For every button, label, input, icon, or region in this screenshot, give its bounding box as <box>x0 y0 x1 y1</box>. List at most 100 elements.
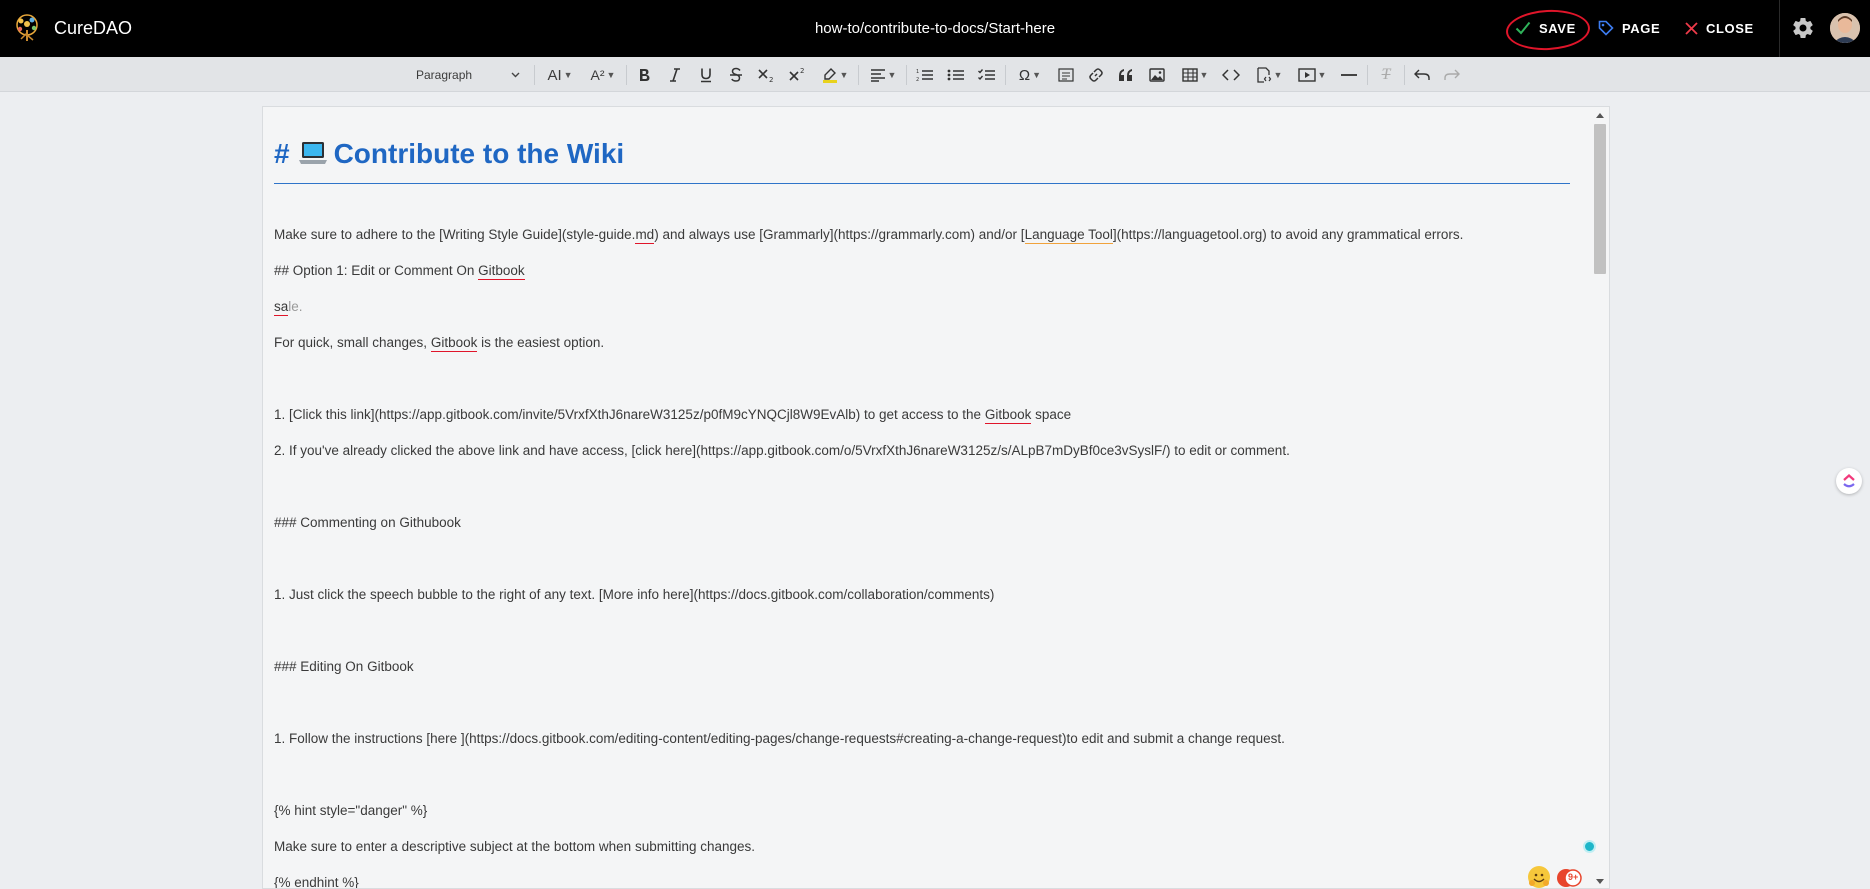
page-path: how-to/contribute-to-docs/Start-here <box>814 20 1056 37</box>
close-label: CLOSE <box>1706 20 1754 36</box>
toolbar-separator <box>858 65 859 85</box>
table-icon <box>1181 68 1198 82</box>
code-button[interactable] <box>1219 63 1243 87</box>
strikethrough-icon <box>730 67 742 82</box>
font-format-dropdown[interactable]: A² ▼ <box>584 63 622 87</box>
editor-content[interactable]: # Contribute to the Wiki Make sure to adh… <box>262 106 1610 889</box>
spelling-error[interactable]: Gitbook <box>430 335 478 352</box>
page-button[interactable]: PAGE <box>1598 16 1660 40</box>
chevron-down-icon <box>511 72 520 78</box>
undo-icon <box>1414 69 1430 80</box>
text-run: is the easiest option. <box>477 335 605 350</box>
font-size-dropdown[interactable]: AI ▼ <box>541 63 579 87</box>
quote-button[interactable] <box>1114 63 1138 87</box>
paragraph-style-select[interactable]: Paragraph <box>408 63 526 87</box>
remove-format-icon: T <box>1381 66 1391 83</box>
highlight-dropdown[interactable]: ▼ <box>816 63 854 87</box>
text-run: For quick, small changes, <box>274 335 431 350</box>
page-label: PAGE <box>1622 20 1661 36</box>
source-icon <box>1058 68 1074 82</box>
editor-scrollbar[interactable] <box>1591 107 1609 888</box>
svg-text:2: 2 <box>800 67 804 75</box>
svg-text:1: 1 <box>916 69 919 75</box>
numbered-list-button[interactable]: 12 <box>913 63 937 87</box>
editing-list-item: 1. Follow the instructions [here ](https… <box>274 731 1285 746</box>
save-button[interactable]: SAVE <box>1515 16 1576 40</box>
emoji-extension-icon[interactable] <box>1528 866 1550 888</box>
editing-heading-line: ### Editing On Gitbook <box>274 659 414 674</box>
toolbar-separator <box>1404 65 1405 85</box>
horizontal-line-button[interactable] <box>1337 63 1361 87</box>
chevron-down-icon: ▼ <box>1032 70 1042 80</box>
numbered-list-icon: 12 <box>916 69 933 82</box>
spelling-error[interactable]: Gitbook <box>478 263 525 280</box>
clickup-widget[interactable] <box>1836 468 1862 494</box>
redo-button <box>1440 63 1464 87</box>
align-dropdown[interactable]: ▼ <box>864 63 902 87</box>
svg-text:2: 2 <box>769 76 773 83</box>
paragraph-style-guide: Make sure to adhere to the [Writing Styl… <box>274 227 1463 244</box>
image-icon <box>1149 68 1165 82</box>
text-run: space <box>1031 407 1072 422</box>
scrollbar-thumb[interactable] <box>1594 124 1606 274</box>
toolbar-separator <box>534 65 535 85</box>
strikethrough-button[interactable] <box>724 63 748 87</box>
chevron-down-icon: ▼ <box>1317 70 1327 80</box>
paragraph-style-value: Paragraph <box>416 68 473 82</box>
save-label: SAVE <box>1539 20 1576 36</box>
text-run: ## Option 1: Edit or Comment On <box>274 263 479 278</box>
underline-icon <box>701 68 711 83</box>
quote-icon <box>1119 69 1132 81</box>
chevron-down-icon: ▼ <box>887 70 897 80</box>
notification-extension-icon[interactable]: 9+ <box>1556 864 1582 889</box>
link-icon <box>1089 68 1103 82</box>
undo-button[interactable] <box>1410 63 1434 87</box>
superscript-button[interactable]: 2 <box>785 63 811 87</box>
scroll-down-arrow[interactable] <box>1596 879 1604 884</box>
gear-icon[interactable] <box>1791 16 1815 40</box>
align-icon <box>870 69 885 82</box>
subscript-button[interactable]: 2 <box>754 63 780 87</box>
scroll-up-arrow[interactable] <box>1596 113 1604 118</box>
header-divider <box>1779 0 1780 57</box>
toolbar-separator <box>906 65 907 85</box>
html-embed-icon <box>1256 67 1271 83</box>
commenting-heading-line: ### Commenting on Githubook <box>274 515 461 530</box>
grammar-suggestion[interactable]: Language Tool <box>1024 227 1113 244</box>
source-button[interactable] <box>1054 63 1078 87</box>
code-icon <box>1222 69 1240 81</box>
grammarly-status-icon[interactable] <box>1583 840 1596 853</box>
media-embed-dropdown[interactable]: ▼ <box>1293 63 1331 87</box>
avatar-image <box>1830 13 1860 43</box>
image-button[interactable] <box>1145 63 1169 87</box>
bulleted-list-button[interactable] <box>944 63 968 87</box>
svg-text:2: 2 <box>916 77 919 82</box>
heading-text: Contribute to the Wiki <box>333 138 625 169</box>
close-button[interactable]: CLOSE <box>1685 16 1754 40</box>
paragraph-quick-changes: For quick, small changes, Gitbook is the… <box>274 335 605 352</box>
todo-list-button[interactable] <box>975 63 999 87</box>
notification-count: 9+ <box>1568 872 1579 882</box>
special-characters-icon: Ω <box>1018 66 1031 84</box>
check-icon <box>1515 21 1531 35</box>
media-embed-icon <box>1297 68 1316 82</box>
html-embed-dropdown[interactable]: ▼ <box>1250 63 1288 87</box>
highlight-icon <box>822 68 837 83</box>
spelling-error[interactable]: md <box>635 227 655 244</box>
hint-start-line: {% hint style="danger" %} <box>274 803 428 818</box>
avatar[interactable] <box>1830 13 1860 43</box>
special-characters-dropdown[interactable]: Ω ▼ <box>1011 63 1049 87</box>
list-item-1: 1. [Click this link](https://app.gitbook… <box>274 407 1072 424</box>
underline-button[interactable] <box>694 63 718 87</box>
top-header: CureDAO how-to/contribute-to-docs/Start-… <box>0 0 1870 57</box>
italic-button[interactable] <box>663 63 687 87</box>
table-dropdown[interactable]: ▼ <box>1176 63 1214 87</box>
link-button[interactable] <box>1084 63 1108 87</box>
commenting-list-item: 1. Just click the speech bubble to the r… <box>274 587 995 602</box>
bold-button[interactable] <box>632 63 656 87</box>
chevron-down-icon: ▼ <box>563 70 573 80</box>
spelling-error[interactable]: Gitbook <box>984 407 1032 424</box>
italic-icon <box>670 68 680 82</box>
spelling-error[interactable]: sa <box>274 299 289 316</box>
hugging-face-icon <box>1529 873 1549 886</box>
